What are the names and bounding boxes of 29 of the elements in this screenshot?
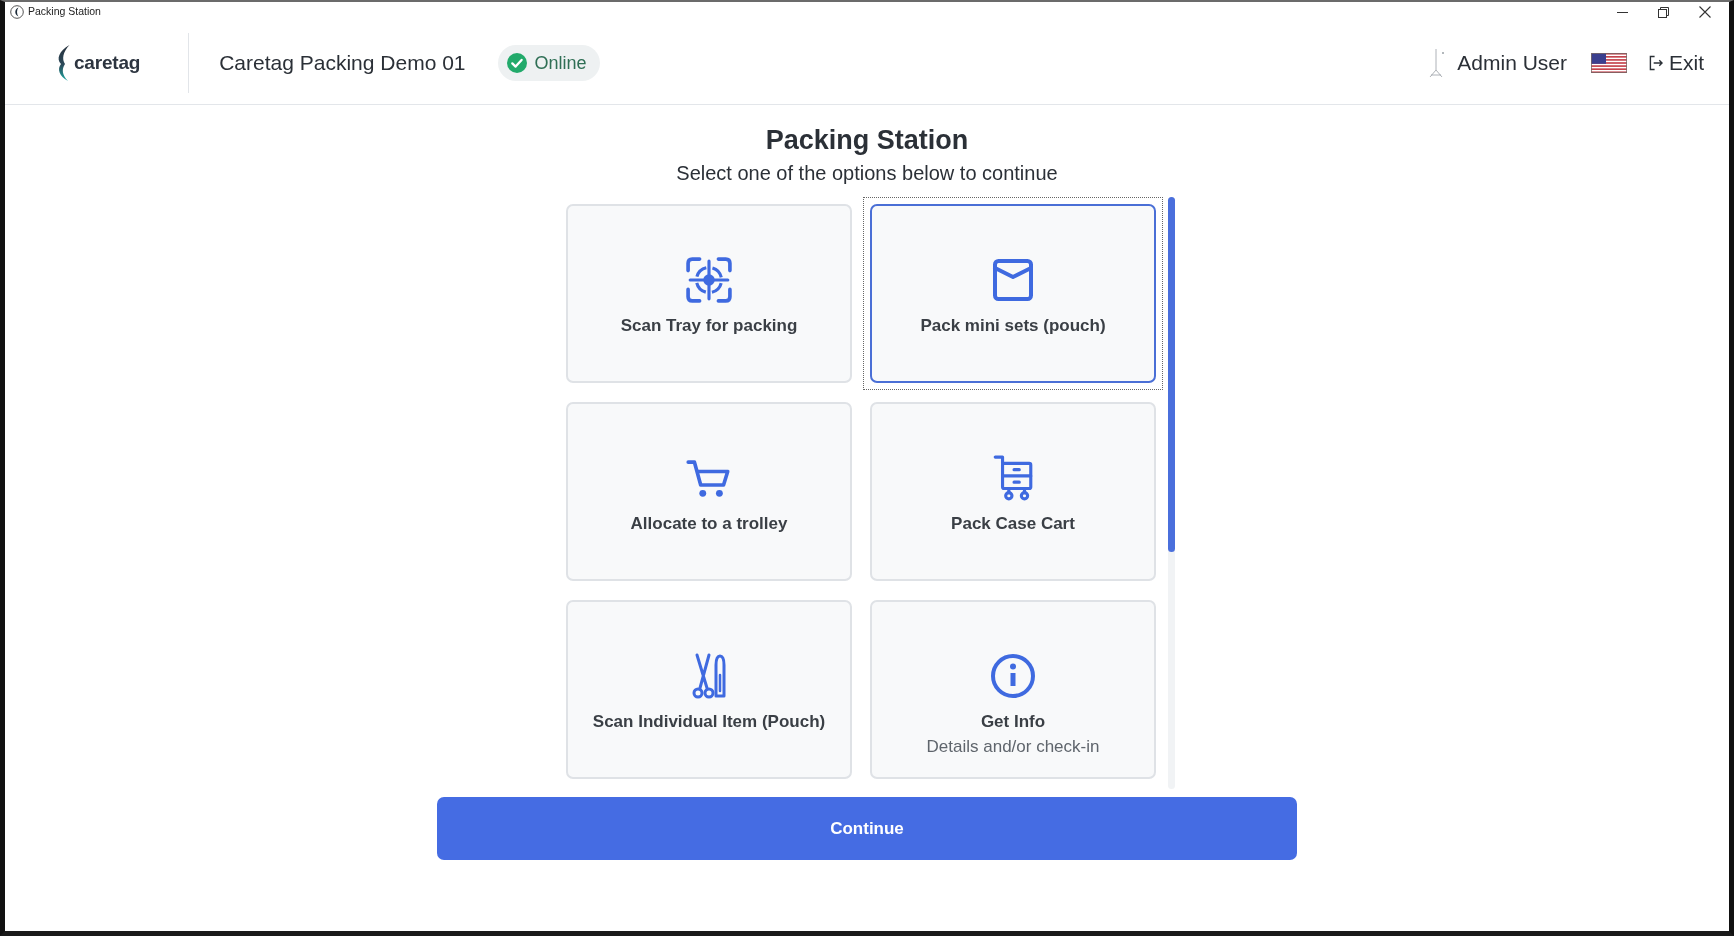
app-icon [10,5,24,19]
info-icon [991,654,1035,698]
user-name: Admin User [1457,50,1567,77]
page-subtitle: Select one of the options below to continue [676,161,1058,186]
option-tile[interactable]: Pack Case Cart [870,402,1156,581]
exit-icon [1649,55,1663,71]
restore-icon[interactable] [1658,6,1669,18]
option-tile[interactable]: Get Info Details and/or check-in [870,600,1156,779]
flag-icon[interactable] [1591,53,1627,73]
antenna-icon [1428,48,1446,78]
window-title: Packing Station [28,4,101,20]
scissors-scalpel-icon [692,653,726,699]
close-icon[interactable] [1699,6,1711,18]
option-tile[interactable]: Allocate to a trolley [566,402,852,581]
cart-icon [686,458,732,498]
scan-target-icon [686,257,732,303]
option-tile[interactable]: Scan Tray for packing [566,204,852,383]
exit-button[interactable]: Exit [1649,50,1704,76]
status-label: Online [534,51,587,75]
option-tile[interactable]: Scan Individual Item (Pouch) [566,600,852,779]
logo-icon [56,45,70,81]
continue-button[interactable]: Continue [437,797,1297,860]
logo-text: caretag [74,50,141,75]
drawer-cart-icon [993,455,1033,501]
scrollbar-thumb[interactable] [1168,197,1175,553]
envelope-icon [992,259,1034,301]
station-name: Caretag Packing Demo 01 [219,50,466,77]
page-title: Packing Station [765,124,969,156]
option-tile[interactable]: Pack mini sets (pouch) [870,204,1156,383]
